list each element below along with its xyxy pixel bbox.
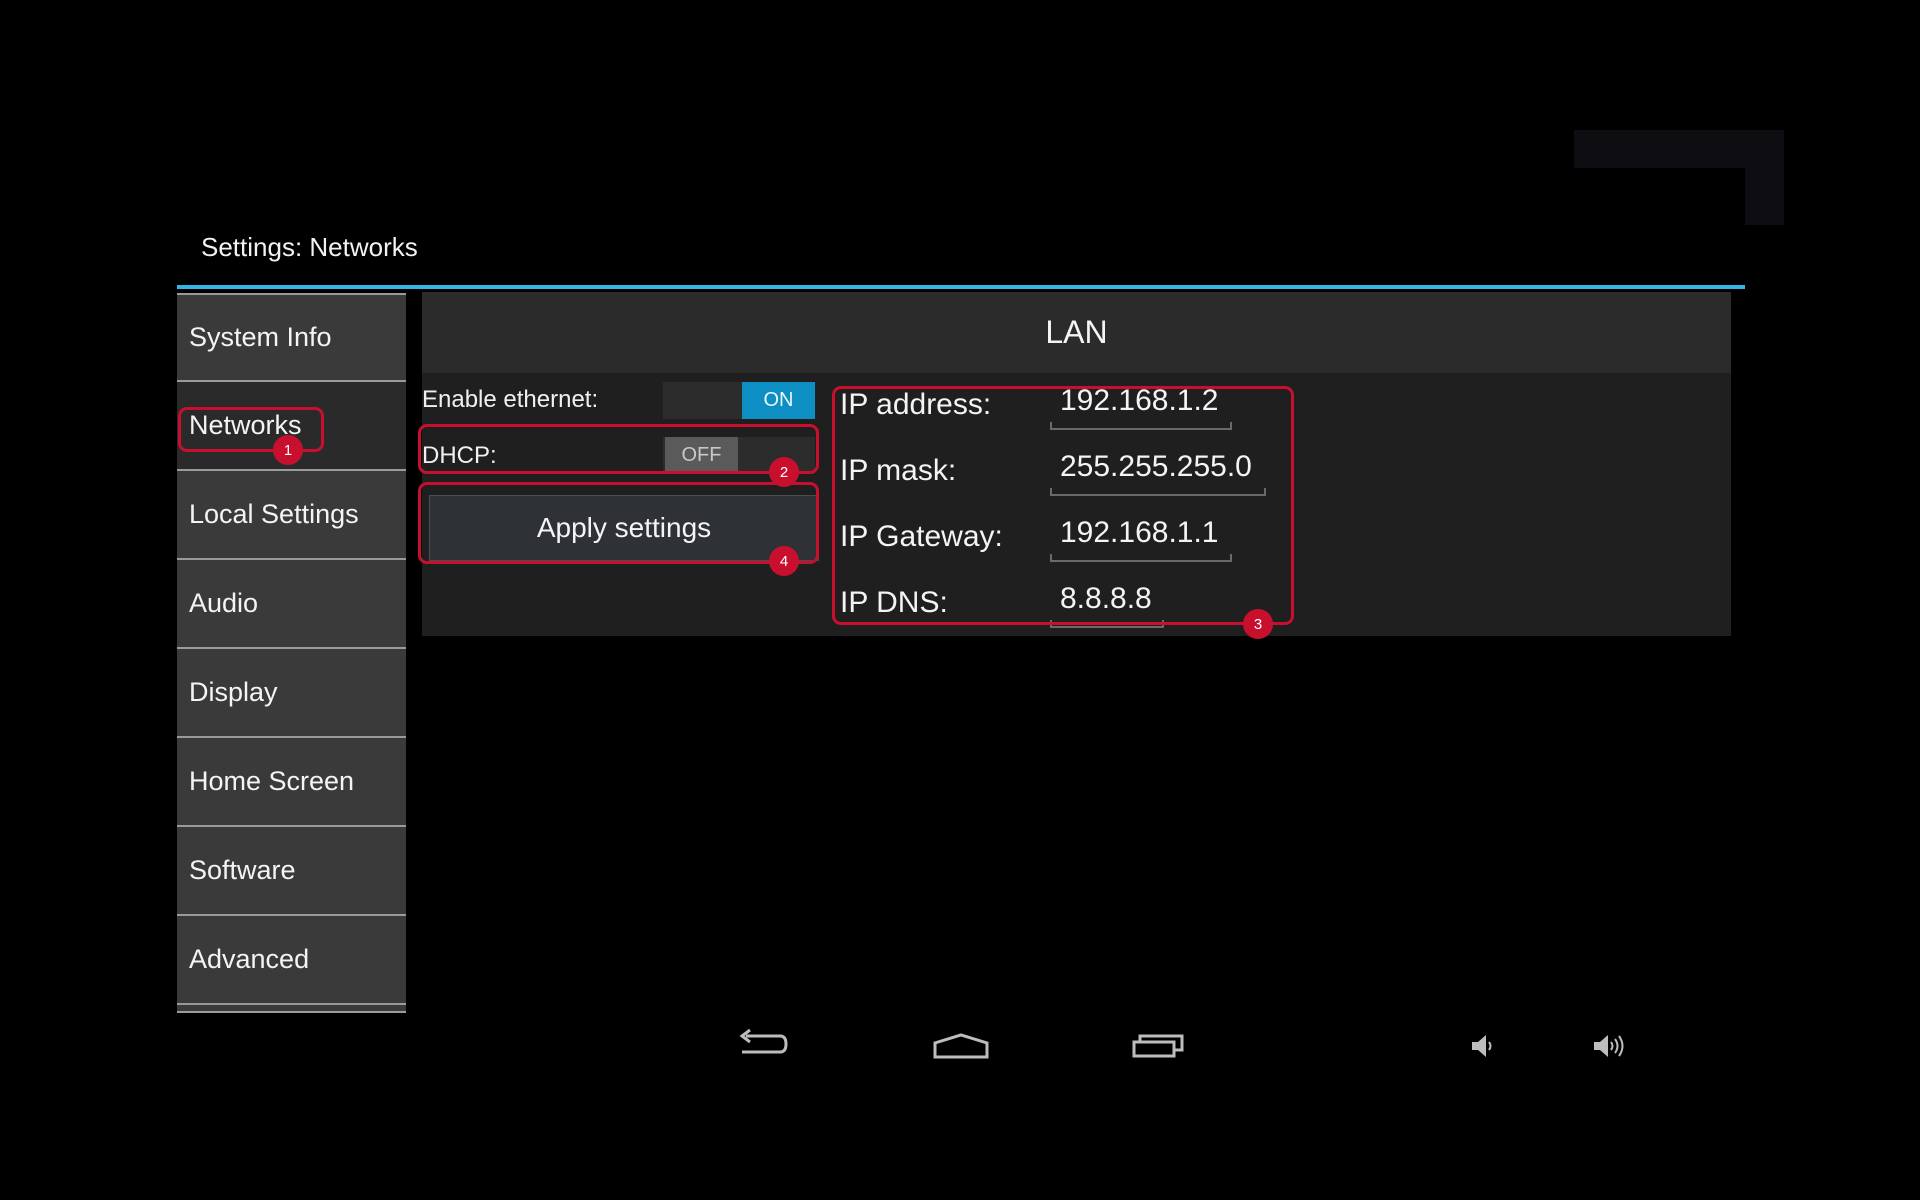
sidebar-item-label: Home Screen bbox=[189, 766, 355, 796]
ip-mask-field[interactable]: 255.255.255.0 bbox=[1050, 450, 1266, 496]
settings-window: Settings: Networks System Info Networks … bbox=[177, 168, 1745, 1081]
sidebar-item-label: Software bbox=[189, 855, 296, 885]
sidebar-item-label: Audio bbox=[189, 588, 259, 618]
sidebar-item-software[interactable]: Software bbox=[177, 827, 406, 916]
ip-dns-field[interactable]: 8.8.8.8 bbox=[1050, 582, 1164, 628]
sidebar-item-label: Advanced bbox=[189, 944, 310, 974]
title-divider bbox=[177, 285, 1745, 289]
volume-down-icon bbox=[1472, 1035, 1492, 1057]
ip-address-field[interactable]: 192.168.1.2 bbox=[1050, 384, 1232, 430]
volume-down-button[interactable] bbox=[1470, 1032, 1496, 1060]
lan-header: LAN bbox=[422, 292, 1731, 373]
home-icon bbox=[933, 1033, 989, 1059]
volume-up-icon bbox=[1594, 1035, 1624, 1057]
dhcp-label: DHCP: bbox=[422, 442, 497, 469]
toggle-state: OFF bbox=[665, 437, 738, 474]
sidebar-item-label: System Info bbox=[189, 322, 332, 352]
lan-panel: LAN Enable ethernet: ON DHCP: OFF Apply … bbox=[422, 292, 1731, 636]
sidebar-item-label: Networks bbox=[189, 410, 302, 440]
home-button[interactable] bbox=[933, 1033, 989, 1059]
ip-gateway-label: IP Gateway: bbox=[840, 520, 1003, 553]
apply-settings-label: Apply settings bbox=[536, 512, 712, 543]
sidebar-item-local-settings[interactable]: Local Settings bbox=[177, 471, 406, 560]
ip-address-label: IP address: bbox=[840, 388, 992, 421]
lan-header-label: LAN bbox=[1045, 314, 1108, 350]
sidebar-item-display[interactable]: Display bbox=[177, 649, 406, 738]
dhcp-toggle[interactable]: OFF bbox=[663, 437, 815, 474]
enable-ethernet-label: Enable ethernet: bbox=[422, 386, 599, 413]
sidebar-item-audio[interactable]: Audio bbox=[177, 560, 406, 649]
sidebar-item-system-info[interactable]: System Info bbox=[177, 293, 406, 382]
recent-apps-button[interactable] bbox=[1132, 1031, 1186, 1059]
sidebar-item-label: Local Settings bbox=[189, 499, 359, 529]
sidebar-item-home-screen[interactable]: Home Screen bbox=[177, 738, 406, 827]
apply-settings-button[interactable]: Apply settings bbox=[429, 495, 819, 561]
back-button[interactable] bbox=[736, 1028, 788, 1058]
ip-gateway-field[interactable]: 192.168.1.1 bbox=[1050, 516, 1232, 562]
volume-up-button[interactable] bbox=[1592, 1032, 1626, 1060]
toggle-state: ON bbox=[742, 382, 815, 419]
recent-apps-icon bbox=[1132, 1034, 1184, 1058]
sidebar-item-advanced[interactable]: Advanced bbox=[177, 916, 406, 1005]
ip-mask-label: IP mask: bbox=[840, 454, 957, 487]
enable-ethernet-toggle[interactable]: ON bbox=[663, 382, 815, 419]
back-icon bbox=[739, 1028, 788, 1054]
sidebar-item-label: Display bbox=[189, 677, 278, 707]
page-title: Settings: Networks bbox=[201, 232, 418, 262]
sidebar-item-networks[interactable]: Networks bbox=[177, 382, 406, 471]
ip-dns-label: IP DNS: bbox=[840, 586, 948, 619]
sidebar-footer bbox=[177, 1005, 406, 1013]
sidebar: System Info Networks Local Settings Audi… bbox=[177, 293, 406, 1013]
